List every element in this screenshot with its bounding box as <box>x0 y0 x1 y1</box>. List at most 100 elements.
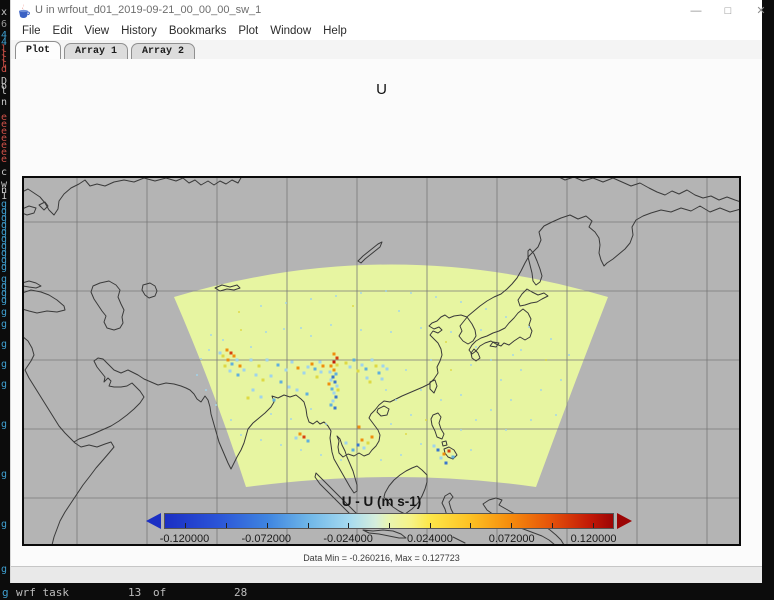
app-icon <box>16 3 31 19</box>
plot-title: U <box>22 81 741 98</box>
data-point <box>510 399 512 401</box>
data-point <box>290 418 292 420</box>
colorbar-tick-label: 0.120000 <box>571 533 617 545</box>
tab-array-2[interactable]: Array 2 <box>131 43 195 59</box>
data-point <box>555 414 557 416</box>
menu-item-help[interactable]: Help <box>317 22 353 40</box>
menu-item-window[interactable]: Window <box>264 22 317 40</box>
data-point <box>233 355 236 358</box>
colorbar-tick <box>226 523 227 528</box>
data-point <box>395 399 397 401</box>
data-point <box>460 301 462 303</box>
data-point <box>410 292 412 294</box>
data-point <box>371 359 374 362</box>
data-point <box>196 374 198 376</box>
data-point <box>219 352 222 355</box>
data-point <box>325 423 327 425</box>
data-point <box>236 359 239 362</box>
terminal-character: g <box>1 420 7 430</box>
data-point <box>400 454 402 456</box>
data-point <box>437 449 440 452</box>
data-point <box>420 443 422 445</box>
data-point <box>270 413 272 415</box>
data-point <box>210 334 212 336</box>
data-point <box>500 379 502 381</box>
colorbar <box>164 513 614 529</box>
colorbar-title: U - U (m s-1) <box>22 494 741 509</box>
data-point <box>332 376 335 379</box>
data-point <box>470 449 472 451</box>
data-point <box>512 354 514 356</box>
close-button[interactable]: ✕ <box>746 3 774 19</box>
data-point <box>336 364 339 367</box>
tab-array-1[interactable]: Array 1 <box>64 43 128 59</box>
menu-item-file[interactable]: File <box>16 22 47 40</box>
data-point <box>520 349 522 351</box>
data-point <box>230 419 232 421</box>
data-point <box>336 385 339 388</box>
data-point <box>330 365 333 368</box>
data-point <box>291 361 294 364</box>
desktop-screen: x644lllldDolneeeeeeecwn1gggggggggggggggg… <box>0 0 774 600</box>
data-point <box>229 370 232 373</box>
menu-item-history[interactable]: History <box>115 22 163 40</box>
data-point <box>297 367 300 370</box>
data-point <box>390 331 392 333</box>
data-point <box>310 335 312 337</box>
data-point <box>371 436 374 439</box>
maximize-button[interactable]: □ <box>713 3 743 19</box>
data-point <box>260 305 262 307</box>
data-point <box>333 392 336 395</box>
data-point <box>405 369 407 371</box>
tab-plot[interactable]: Plot <box>15 41 61 59</box>
data-point <box>227 359 230 362</box>
terminal-character: g <box>1 470 7 480</box>
terminal-character: n <box>1 98 7 108</box>
title-bar[interactable]: U in wrfout_d01_2019-09-21_00_00_00_sw_1… <box>11 0 762 22</box>
terminal-character: g <box>1 380 7 390</box>
terminal-character: l <box>1 87 7 97</box>
terminal-text: g <box>2 586 9 599</box>
data-point <box>320 454 322 456</box>
data-point <box>238 311 240 313</box>
menu-item-view[interactable]: View <box>78 22 115 40</box>
data-point <box>425 419 427 421</box>
data-point <box>335 396 338 399</box>
colorbar-tick-label: -0.072000 <box>242 533 292 545</box>
terminal-text: of <box>153 586 166 599</box>
data-point <box>405 433 407 435</box>
data-point <box>277 364 280 367</box>
data-point <box>299 433 302 436</box>
data-point <box>450 331 452 333</box>
data-point <box>505 316 507 318</box>
data-point <box>430 359 432 361</box>
data-point <box>307 440 310 443</box>
data-point <box>485 308 487 310</box>
data-point <box>505 429 507 431</box>
data-point <box>378 372 381 375</box>
colorbar-tick-label: 0.072000 <box>489 533 535 545</box>
data-point <box>295 437 298 440</box>
colorbar-tick-label: -0.120000 <box>160 533 210 545</box>
data-point <box>360 329 362 331</box>
menu-item-bookmarks[interactable]: Bookmarks <box>163 22 233 40</box>
terminal-text: wrf task <box>16 586 69 599</box>
data-point <box>222 339 224 341</box>
data-point <box>335 295 337 297</box>
status-bar <box>11 566 762 583</box>
data-point <box>528 326 530 328</box>
terminal-character: g <box>1 263 7 273</box>
data-point <box>319 361 322 364</box>
minimize-button[interactable]: — <box>681 3 711 19</box>
data-point <box>200 358 202 360</box>
menu-item-edit[interactable]: Edit <box>47 22 79 40</box>
data-point <box>334 407 337 410</box>
colorbar-tick <box>308 523 309 528</box>
data-point <box>382 365 385 368</box>
data-point <box>258 365 261 368</box>
data-point <box>285 369 288 372</box>
data-point <box>560 379 562 381</box>
colorbar-tick-label: 0.024000 <box>407 533 453 545</box>
data-point <box>520 369 522 371</box>
menu-item-plot[interactable]: Plot <box>232 22 264 40</box>
